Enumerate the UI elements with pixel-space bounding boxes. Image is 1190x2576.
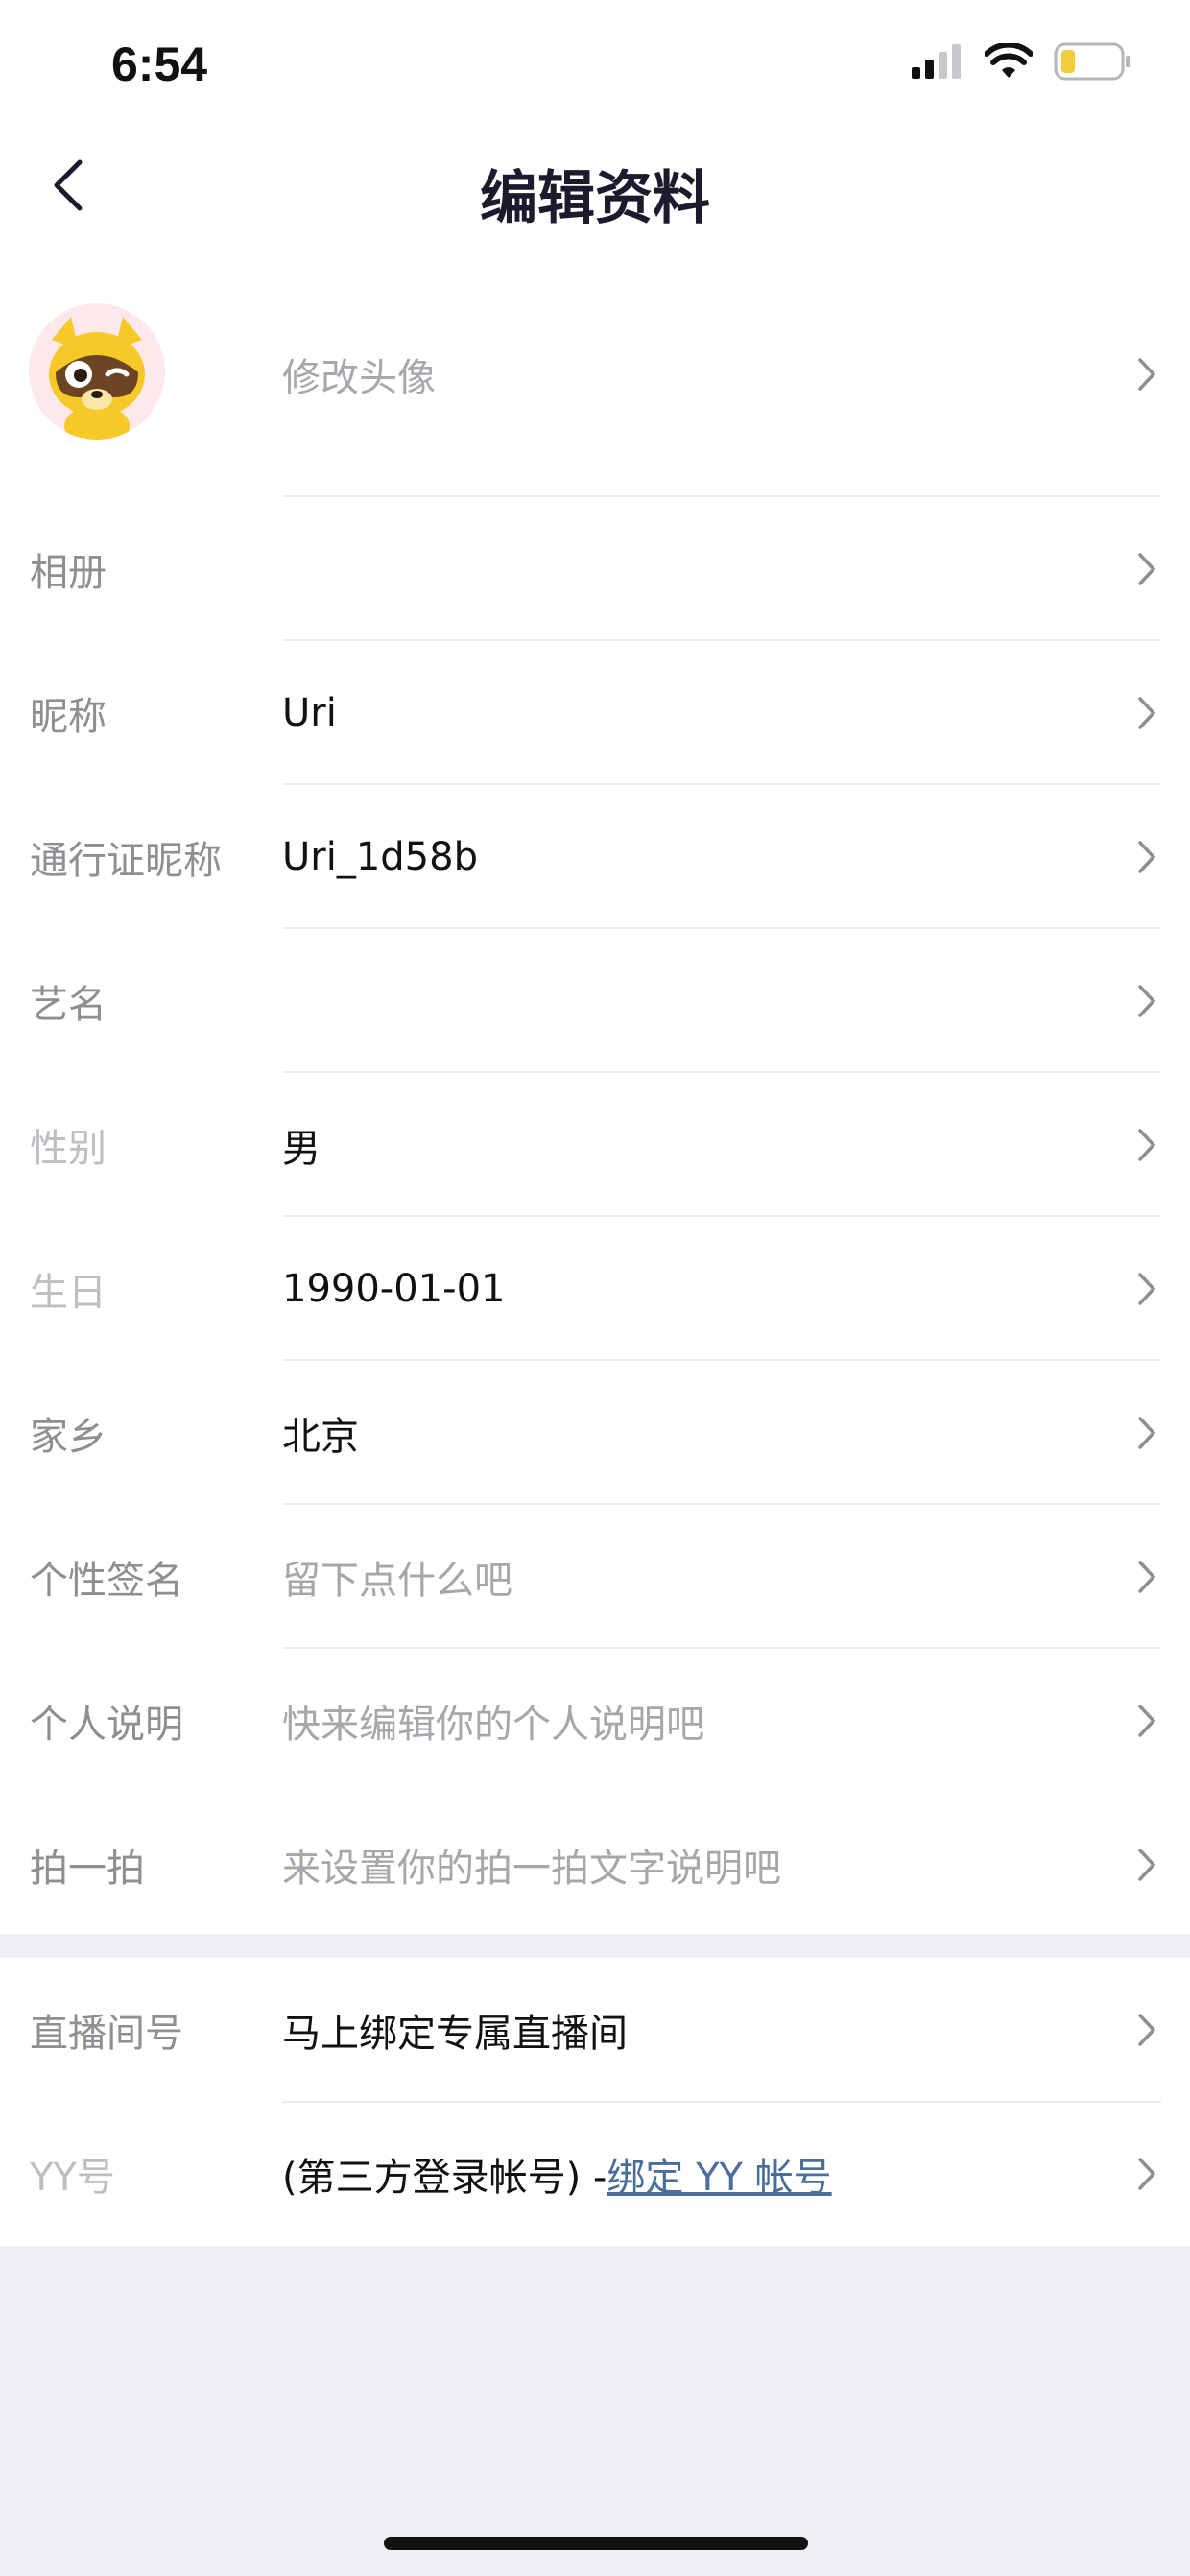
gender-row[interactable]: 性别 男 — [0, 1073, 1190, 1217]
album-label: 相册 — [30, 551, 107, 595]
passport-nickname-label: 通行证昵称 — [30, 839, 222, 883]
account-card: 直播间号 马上绑定专属直播间 YY号 (第三方登录帐号) -绑定 YY 帐号 — [0, 1958, 1190, 2246]
home-indicator — [384, 2537, 808, 2550]
hometown-label: 家乡 — [30, 1415, 107, 1459]
profile-card: 修改头像 相册 昵称 Uri 通行证昵称 Uri_1d58b 艺名 性别 男 生… — [0, 240, 1190, 1934]
chevron-right-icon — [1132, 355, 1161, 394]
signature-label: 个性签名 — [30, 1559, 183, 1603]
chevron-right-icon — [1132, 1414, 1161, 1452]
chevron-right-icon — [1132, 550, 1161, 588]
stage-name-row[interactable]: 艺名 — [0, 929, 1190, 1073]
status-bar: 6:54 — [0, 0, 1190, 134]
chevron-right-icon — [1132, 982, 1161, 1020]
yy-number-label: YY号 — [30, 2156, 115, 2200]
nickname-value: Uri — [282, 691, 337, 735]
live-room-row[interactable]: 直播间号 马上绑定专属直播间 — [0, 1958, 1190, 2102]
birthday-label: 生日 — [30, 1271, 107, 1315]
bind-yy-account-link[interactable]: 绑定 YY 帐号 — [607, 2156, 831, 2200]
signature-value: 留下点什么吧 — [282, 1559, 512, 1603]
chevron-right-icon — [1132, 1270, 1161, 1308]
nickname-label: 昵称 — [30, 695, 107, 739]
raccoon-mascot-avatar — [29, 303, 165, 440]
nav-bar: 编辑资料 — [0, 134, 1190, 240]
change-avatar-row[interactable]: 修改头像 — [0, 240, 1190, 497]
pat-pat-label: 拍一拍 — [30, 1847, 145, 1891]
stage-name-label: 艺名 — [30, 983, 107, 1027]
pat-pat-value: 来设置你的拍一拍文字说明吧 — [282, 1847, 781, 1891]
chevron-right-icon — [1132, 1126, 1161, 1164]
personal-description-label: 个人说明 — [30, 1703, 183, 1747]
yy-number-value: (第三方登录帐号) -绑定 YY 帐号 — [282, 2146, 832, 2202]
yy-number-prefix: (第三方登录帐号) - — [282, 2156, 607, 2200]
birthday-row[interactable]: 生日 1990-01-01 — [0, 1217, 1190, 1361]
gender-label: 性别 — [30, 1127, 107, 1171]
hometown-row[interactable]: 家乡 北京 — [0, 1361, 1190, 1505]
nickname-row[interactable]: 昵称 Uri — [0, 641, 1190, 785]
birthday-value: 1990-01-01 — [282, 1267, 506, 1311]
cellular-signal-icon — [912, 44, 964, 83]
wifi-icon — [984, 41, 1034, 83]
pat-pat-row[interactable]: 拍一拍 来设置你的拍一拍文字说明吧 — [0, 1793, 1190, 1937]
chevron-right-icon — [1132, 1702, 1161, 1740]
avatar[interactable] — [29, 303, 165, 440]
chevron-right-icon — [1132, 2011, 1161, 2049]
live-room-label: 直播间号 — [30, 2012, 183, 2056]
personal-description-value: 快来编辑你的个人说明吧 — [282, 1703, 704, 1747]
hometown-value: 北京 — [282, 1415, 359, 1459]
status-time: 6:54 — [111, 37, 208, 91]
personal-description-row[interactable]: 个人说明 快来编辑你的个人说明吧 — [0, 1649, 1190, 1793]
album-row[interactable]: 相册 — [0, 497, 1190, 641]
chevron-right-icon — [1132, 694, 1161, 732]
passport-nickname-value: Uri_1d58b — [282, 835, 478, 879]
chevron-right-icon — [1132, 838, 1161, 876]
chevron-right-icon — [1132, 2155, 1161, 2193]
passport-nickname-row[interactable]: 通行证昵称 Uri_1d58b — [0, 785, 1190, 929]
battery-icon — [1054, 42, 1132, 84]
chevron-right-icon — [1132, 1558, 1161, 1596]
change-avatar-label: 修改头像 — [282, 356, 436, 400]
chevron-right-icon — [1132, 1846, 1161, 1884]
status-icons — [912, 41, 1132, 84]
yy-number-row[interactable]: YY号 (第三方登录帐号) -绑定 YY 帐号 — [0, 2102, 1190, 2246]
live-room-value: 马上绑定专属直播间 — [282, 2012, 628, 2056]
signature-row[interactable]: 个性签名 留下点什么吧 — [0, 1505, 1190, 1649]
page-title: 编辑资料 — [480, 165, 710, 232]
gender-value: 男 — [282, 1127, 321, 1171]
